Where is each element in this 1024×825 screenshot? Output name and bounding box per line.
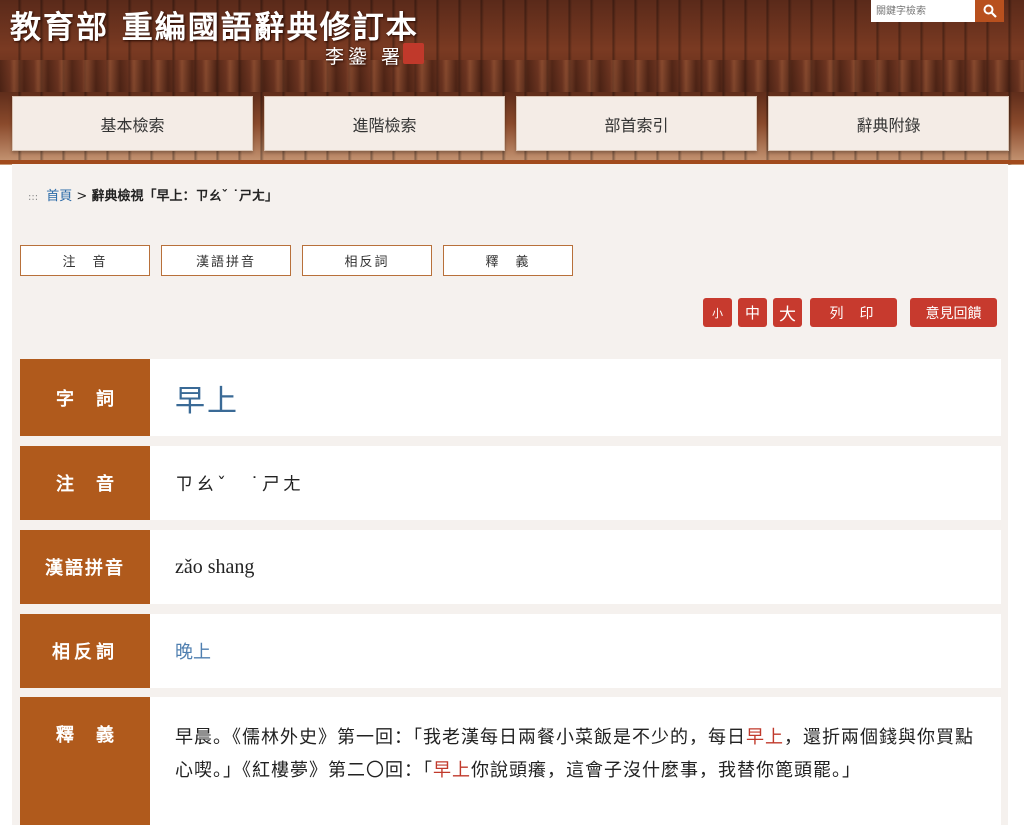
breadcrumb-home-link[interactable]: 首頁	[46, 189, 72, 204]
entry-zhuyin: ㄗㄠˇ ˙ㄕㄤ	[175, 474, 304, 495]
breadcrumb-current: 辭典檢視「早上：ㄗㄠˇ ˙ㄕㄤ」	[91, 189, 278, 204]
section-tabs: 注 音 漢語拼音 相反詞 釋 義	[20, 245, 573, 276]
nav-advanced-search[interactable]: 進階檢索	[264, 96, 505, 151]
tab-definition[interactable]: 釋 義	[443, 245, 573, 276]
entry-definition-row: 釋義 早晨。《儒林外史》第一回：「我老漢每日兩餐小菜飯是不少的，每日早上，還折兩…	[20, 697, 1001, 825]
nav-divider	[0, 160, 1024, 164]
word-value-cell: 早上	[150, 359, 1001, 436]
definition-value-cell: 早晨。《儒林外史》第一回：「我老漢每日兩餐小菜飯是不少的，每日早上，還折兩個錢與…	[150, 697, 1001, 825]
font-medium-button[interactable]: 中	[738, 298, 767, 327]
entry-zhuyin-row: 注音 ㄗㄠˇ ˙ㄕㄤ	[20, 446, 1001, 520]
print-button[interactable]: 列印	[810, 298, 897, 327]
tab-pinyin[interactable]: 漢語拼音	[161, 245, 291, 276]
seal-stamp	[403, 43, 424, 64]
breadcrumb-separator: >	[76, 189, 88, 204]
antonym-label: 相反詞	[20, 614, 150, 688]
site-title[interactable]: 教育部 重編國語辭典修訂本	[10, 2, 419, 47]
antonym-value-cell: 晚上	[150, 614, 1001, 688]
definition-text-3: 你說頭癢，這會子沒什麼事，我替你篦頭罷。」	[471, 760, 861, 781]
nav-basic-search[interactable]: 基本檢索	[12, 96, 253, 151]
pinyin-label: 漢語拼音	[20, 530, 150, 604]
word-label: 字詞	[20, 359, 150, 436]
tool-bar: 小 中 大 列印 意見回饋	[703, 298, 997, 327]
pinyin-value-cell: zǎo shang	[150, 530, 1001, 604]
definition-text-1: 早晨。《儒林外史》第一回：「我老漢每日兩餐小菜飯是不少的，每日	[175, 727, 746, 748]
entry-antonym-link[interactable]: 晚上	[175, 638, 211, 664]
entry-pinyin-row: 漢語拼音 zǎo shang	[20, 530, 1001, 604]
feedback-button[interactable]: 意見回饋	[910, 298, 997, 327]
nav-appendix[interactable]: 辭典附錄	[768, 96, 1009, 151]
main-nav: 基本檢索 進階檢索 部首索引 辭典附錄	[12, 96, 1009, 151]
definition-highlight-2: 早上	[433, 760, 471, 781]
breadcrumb: ::: 首頁 > 辭典檢視「早上：ㄗㄠˇ ˙ㄕㄤ」	[28, 185, 278, 204]
tab-zhuyin[interactable]: 注 音	[20, 245, 150, 276]
entry-definition: 早晨。《儒林外史》第一回：「我老漢每日兩餐小菜飯是不少的，每日早上，還折兩個錢與…	[175, 721, 977, 787]
definition-highlight-1: 早上	[746, 727, 784, 748]
definition-label: 釋義	[20, 697, 150, 825]
font-small-button[interactable]: 小	[703, 298, 732, 327]
breadcrumb-prefix: :::	[28, 192, 39, 203]
zhuyin-label: 注音	[20, 446, 150, 520]
entry-word: 早上	[175, 383, 239, 419]
site-subtitle: 李鍌 署	[325, 46, 405, 68]
nav-radical-index[interactable]: 部首索引	[516, 96, 757, 151]
entry-word-row: 字詞 早上	[20, 359, 1001, 436]
entry-pinyin: zǎo shang	[175, 555, 255, 578]
font-large-button[interactable]: 大	[773, 298, 802, 327]
zhuyin-value-cell: ㄗㄠˇ ˙ㄕㄤ	[150, 446, 1001, 520]
entry-antonym-row: 相反詞 晚上	[20, 614, 1001, 688]
tab-antonym[interactable]: 相反詞	[302, 245, 432, 276]
search-icon	[983, 4, 997, 18]
search-button[interactable]	[975, 0, 1004, 22]
search-input[interactable]	[871, 0, 975, 22]
